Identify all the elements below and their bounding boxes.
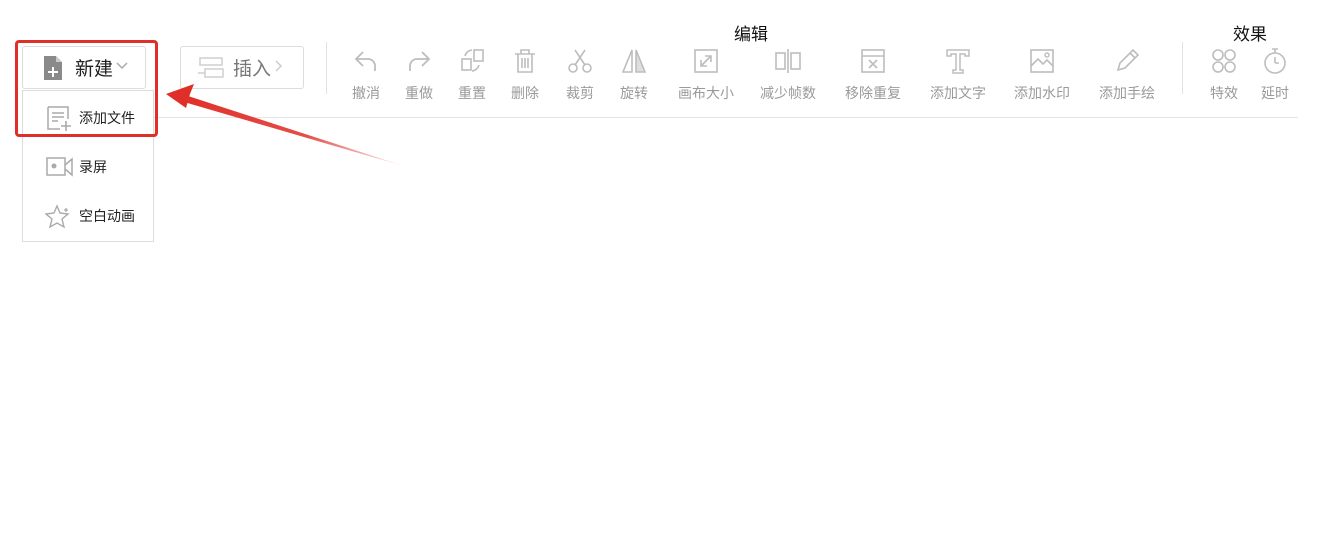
pencil-icon <box>1116 48 1140 72</box>
rotate-icon <box>621 49 647 73</box>
canvas-size-label: 画布大小 <box>678 86 734 102</box>
canvas-size-icon <box>694 49 718 73</box>
menu-item-label: 添加文件 <box>79 111 135 127</box>
reset-label: 重置 <box>458 86 486 102</box>
insert-icon <box>198 56 224 78</box>
new-dropdown-menu: 添加文件 录屏 空白动画 <box>22 90 154 242</box>
redo-button[interactable]: 重做 <box>397 46 441 106</box>
trash-icon <box>515 49 535 73</box>
crop-button[interactable]: 裁剪 <box>558 46 602 106</box>
new-button[interactable]: 新建 <box>22 46 146 89</box>
remove-duplicates-button[interactable]: 移除重复 <box>840 46 906 106</box>
add-file-icon <box>47 106 71 131</box>
menu-item-add-file[interactable]: 添加文件 <box>23 101 153 135</box>
reduce-frames-icon <box>775 49 801 73</box>
delay-button[interactable]: 延时 <box>1253 46 1297 106</box>
menu-item-blank-animation[interactable]: 空白动画 <box>23 199 153 233</box>
watermark-icon <box>1030 49 1054 73</box>
effects-label: 特效 <box>1210 86 1238 102</box>
timer-icon <box>1264 48 1286 74</box>
undo-button[interactable]: 撤消 <box>344 46 388 106</box>
reduce-frames-label: 减少帧数 <box>760 86 816 102</box>
remove-duplicates-icon <box>861 49 885 73</box>
text-icon <box>946 49 970 74</box>
redo-icon <box>409 51 431 71</box>
undo-icon <box>354 51 376 71</box>
effects-icon <box>1212 49 1236 73</box>
chevron-right-icon <box>273 59 283 77</box>
toolbar-divider <box>22 117 1298 118</box>
undo-label: 撤消 <box>352 86 380 102</box>
insert-button-label: 插入 <box>233 58 272 80</box>
add-text-button[interactable]: 添加文字 <box>925 46 991 106</box>
redo-label: 重做 <box>405 86 433 102</box>
add-text-label: 添加文字 <box>930 86 986 102</box>
edit-section-title: 编辑 <box>734 25 768 45</box>
remove-duplicates-label: 移除重复 <box>845 86 901 102</box>
screen-record-icon <box>46 157 73 177</box>
toolbar-separator <box>1182 42 1183 94</box>
effects-section-title: 效果 <box>1233 25 1267 45</box>
add-watermark-label: 添加水印 <box>1014 86 1070 102</box>
new-button-label: 新建 <box>75 58 114 80</box>
effects-button[interactable]: 特效 <box>1202 46 1246 106</box>
insert-button[interactable]: 插入 <box>180 46 304 89</box>
add-watermark-button[interactable]: 添加水印 <box>1009 46 1075 106</box>
crop-label: 裁剪 <box>566 86 594 102</box>
menu-item-label: 空白动画 <box>79 209 135 225</box>
reduce-frames-button[interactable]: 减少帧数 <box>755 46 821 106</box>
rotate-label: 旋转 <box>620 86 648 102</box>
reset-button[interactable]: 重置 <box>450 46 494 106</box>
scissors-icon <box>568 49 592 73</box>
canvas-size-button[interactable]: 画布大小 <box>674 46 738 106</box>
blank-animation-icon <box>45 204 70 229</box>
rotate-button[interactable]: 旋转 <box>612 46 656 106</box>
delete-button[interactable]: 删除 <box>503 46 547 106</box>
delete-label: 删除 <box>511 86 539 102</box>
delay-label: 延时 <box>1261 86 1289 102</box>
menu-item-screen-record[interactable]: 录屏 <box>23 150 153 184</box>
toolbar-separator <box>326 42 327 94</box>
chevron-down-icon <box>115 60 129 75</box>
add-drawing-label: 添加手绘 <box>1099 86 1155 102</box>
new-file-icon <box>44 55 62 80</box>
reset-icon <box>461 49 484 72</box>
menu-item-label: 录屏 <box>79 160 107 176</box>
add-drawing-button[interactable]: 添加手绘 <box>1094 46 1160 106</box>
